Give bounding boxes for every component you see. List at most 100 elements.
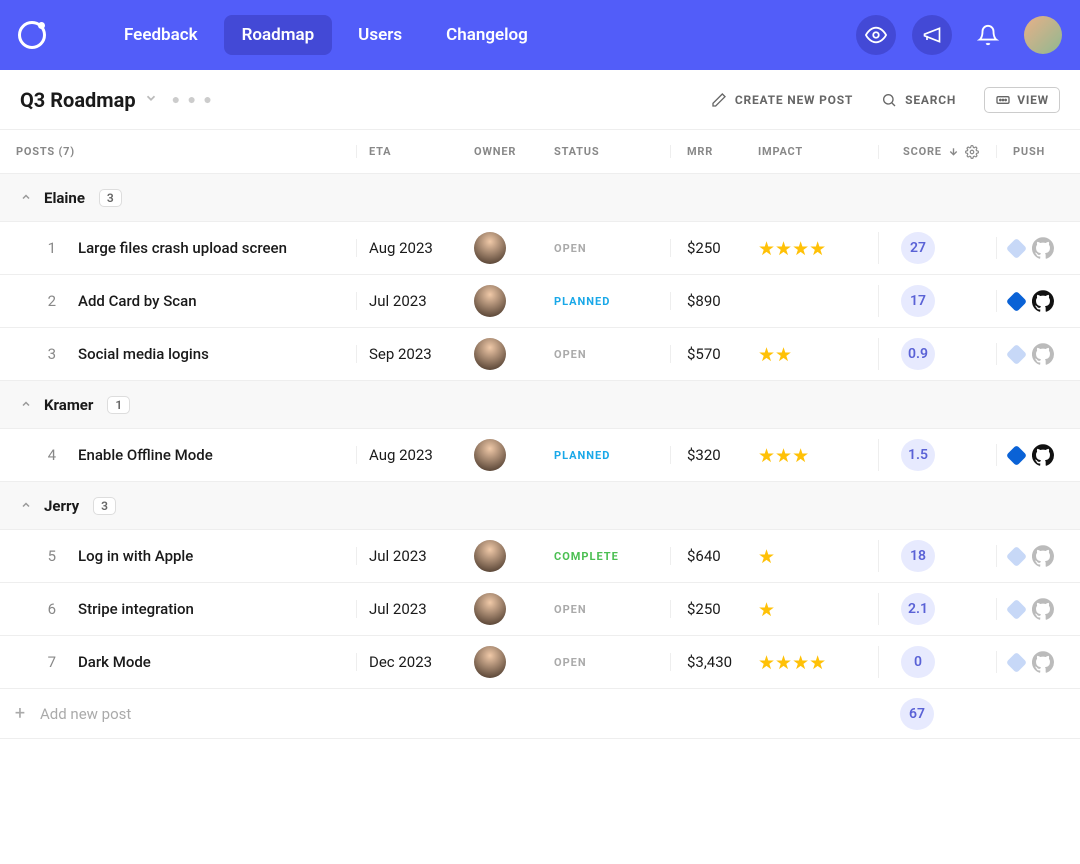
- row-score: 1.5: [878, 439, 996, 471]
- row-mrr: $250: [670, 239, 758, 257]
- owner-avatar[interactable]: [474, 338, 506, 370]
- nav-link-changelog[interactable]: Changelog: [428, 15, 546, 55]
- score-badge: 1.5: [901, 439, 935, 471]
- row-index: 4: [0, 446, 56, 464]
- jira-icon[interactable]: [1006, 545, 1027, 566]
- bell-icon[interactable]: [968, 15, 1008, 55]
- row-title: Social media logins: [56, 345, 356, 363]
- row-push: [996, 545, 1080, 567]
- row-push: [996, 598, 1080, 620]
- search-button[interactable]: SEARCH: [881, 92, 956, 108]
- nav-link-roadmap[interactable]: Roadmap: [224, 15, 333, 55]
- page-title: Q3 Roadmap: [20, 88, 136, 112]
- group-count-badge: 1: [107, 396, 130, 414]
- row-impact: ★: [758, 598, 878, 621]
- nav-link-feedback[interactable]: Feedback: [106, 15, 216, 55]
- table-row[interactable]: 1 Large files crash upload screen Aug 20…: [0, 222, 1080, 275]
- group-header[interactable]: Jerry3: [0, 482, 1080, 530]
- group-header[interactable]: Elaine3: [0, 174, 1080, 222]
- nav-links: FeedbackRoadmapUsersChangelog: [106, 15, 546, 55]
- row-push: [996, 651, 1080, 673]
- eye-icon[interactable]: [856, 15, 896, 55]
- chevron-up-icon[interactable]: [20, 396, 30, 414]
- group-count-badge: 3: [99, 189, 122, 207]
- row-impact: ★: [758, 545, 878, 568]
- row-status: PLANNED: [554, 295, 670, 308]
- jira-icon[interactable]: [1006, 598, 1027, 619]
- owner-avatar[interactable]: [474, 285, 506, 317]
- row-index: 7: [0, 653, 56, 671]
- view-button[interactable]: VIEW: [984, 87, 1060, 113]
- row-push: [996, 343, 1080, 365]
- col-status[interactable]: STATUS: [554, 145, 670, 158]
- github-icon[interactable]: [1032, 237, 1054, 259]
- jira-icon[interactable]: [1006, 343, 1027, 364]
- title-chevron-down-icon[interactable]: [144, 90, 158, 109]
- row-mrr: $570: [670, 345, 758, 363]
- megaphone-icon[interactable]: [912, 15, 952, 55]
- row-owner: [474, 285, 554, 317]
- owner-avatar[interactable]: [474, 439, 506, 471]
- more-icon[interactable]: ● ● ●: [172, 91, 214, 108]
- gear-icon[interactable]: [965, 145, 979, 159]
- github-icon[interactable]: [1032, 651, 1054, 673]
- create-post-button[interactable]: CREATE NEW POST: [711, 92, 853, 108]
- jira-icon[interactable]: [1006, 290, 1027, 311]
- table-row[interactable]: 7 Dark Mode Dec 2023 OPEN $3,430 ★★★★ 0: [0, 636, 1080, 689]
- nav-link-users[interactable]: Users: [340, 15, 420, 55]
- row-mrr: $250: [670, 600, 758, 618]
- github-icon[interactable]: [1032, 598, 1054, 620]
- github-icon[interactable]: [1032, 444, 1054, 466]
- row-eta: Jul 2023: [356, 547, 474, 565]
- owner-avatar[interactable]: [474, 593, 506, 625]
- row-owner: [474, 593, 554, 625]
- group-name: Kramer: [44, 396, 93, 414]
- add-post-row[interactable]: + Add new post 67: [0, 689, 1080, 739]
- table-row[interactable]: 6 Stripe integration Jul 2023 OPEN $250 …: [0, 583, 1080, 636]
- col-mrr[interactable]: MRR: [670, 145, 758, 158]
- logo-icon[interactable]: [18, 21, 46, 49]
- row-owner: [474, 439, 554, 471]
- page-header: Q3 Roadmap ● ● ● CREATE NEW POST SEARCH …: [0, 70, 1080, 130]
- row-status: OPEN: [554, 656, 670, 669]
- table-row[interactable]: 5 Log in with Apple Jul 2023 COMPLETE $6…: [0, 530, 1080, 583]
- jira-icon[interactable]: [1006, 651, 1027, 672]
- top-nav: FeedbackRoadmapUsersChangelog: [0, 0, 1080, 70]
- row-title: Add Card by Scan: [56, 292, 356, 310]
- col-push[interactable]: PUSH: [996, 145, 1080, 158]
- row-index: 2: [0, 292, 56, 310]
- github-icon[interactable]: [1032, 545, 1054, 567]
- jira-icon[interactable]: [1006, 444, 1027, 465]
- table-row[interactable]: 3 Social media logins Sep 2023 OPEN $570…: [0, 328, 1080, 381]
- row-mrr: $3,430: [670, 653, 758, 671]
- group-name: Jerry: [44, 497, 79, 515]
- user-avatar[interactable]: [1024, 16, 1062, 54]
- chevron-up-icon[interactable]: [20, 189, 30, 207]
- row-status: OPEN: [554, 242, 670, 255]
- col-posts[interactable]: POSTS (7): [0, 145, 356, 158]
- group-header[interactable]: Kramer 1: [0, 381, 1080, 429]
- row-owner: [474, 232, 554, 264]
- row-score: 18: [878, 540, 996, 572]
- row-title: Enable Offline Mode: [56, 446, 356, 464]
- row-impact: ★★★: [758, 444, 878, 467]
- col-score[interactable]: SCORE: [878, 145, 996, 159]
- row-push: [996, 237, 1080, 259]
- row-status: OPEN: [554, 348, 670, 361]
- col-impact[interactable]: IMPACT: [758, 145, 878, 158]
- github-icon[interactable]: [1032, 343, 1054, 365]
- jira-icon[interactable]: [1006, 237, 1027, 258]
- owner-avatar[interactable]: [474, 646, 506, 678]
- github-icon[interactable]: [1032, 290, 1054, 312]
- table-row[interactable]: 2 Add Card by Scan Jul 2023 PLANNED $890…: [0, 275, 1080, 328]
- owner-avatar[interactable]: [474, 232, 506, 264]
- col-eta[interactable]: ETA: [356, 145, 474, 158]
- table-row[interactable]: 4 Enable Offline Mode Aug 2023 PLANNED $…: [0, 429, 1080, 482]
- chevron-up-icon[interactable]: [20, 497, 30, 515]
- row-score: 27: [878, 232, 996, 264]
- row-index: 6: [0, 600, 56, 618]
- row-owner: [474, 338, 554, 370]
- col-owner[interactable]: OWNER: [474, 145, 554, 158]
- owner-avatar[interactable]: [474, 540, 506, 572]
- row-eta: Jul 2023: [356, 600, 474, 618]
